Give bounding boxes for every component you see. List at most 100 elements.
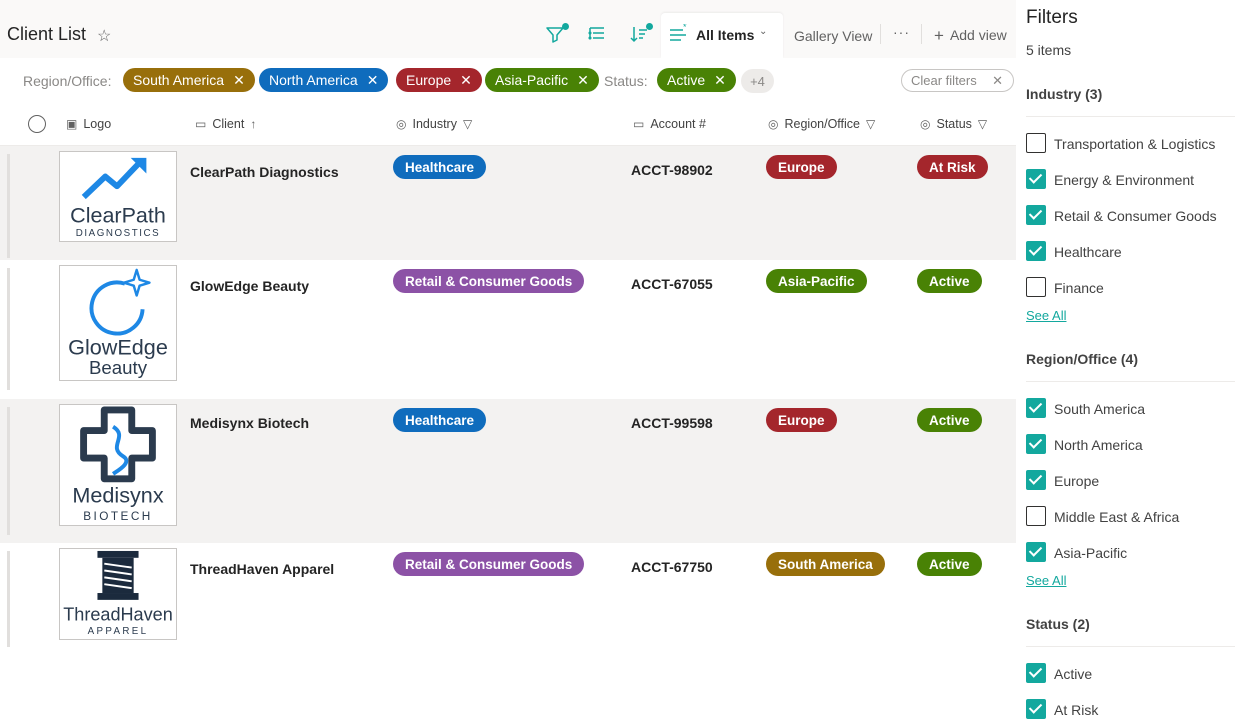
select-all-checkbox[interactable]: [28, 115, 46, 133]
add-view-button[interactable]: + Add view: [934, 26, 1007, 46]
close-icon[interactable]: ✕: [233, 72, 245, 89]
checkbox-europe[interactable]: [1026, 470, 1046, 490]
choice-icon: ◎: [920, 117, 931, 131]
filter-pill-south-america[interactable]: South America ✕: [123, 68, 255, 92]
svg-text:DIAGNOSTICS: DIAGNOSTICS: [76, 228, 161, 239]
pill-label: Europe: [406, 72, 452, 88]
region-tag: South America: [766, 552, 885, 576]
checkbox-at-risk[interactable]: [1026, 699, 1046, 719]
divider: [1026, 646, 1235, 647]
option-label[interactable]: Transportation & Logistics: [1054, 136, 1215, 152]
svg-text:APPAREL: APPAREL: [88, 626, 149, 637]
choice-icon: ◎: [396, 117, 407, 131]
chevron-down-icon[interactable]: ⌄: [759, 26, 767, 37]
status-tag: At Risk: [917, 155, 988, 179]
industry-tag: Retail & Consumer Goods: [393, 552, 585, 576]
column-header-account[interactable]: ▭ Account #: [633, 117, 706, 131]
option-label[interactable]: At Risk: [1054, 702, 1098, 718]
option-label[interactable]: South America: [1054, 401, 1145, 417]
checkbox-retail[interactable]: [1026, 205, 1046, 225]
column-header-region[interactable]: ◎ Region/Office ▽: [768, 117, 875, 131]
see-all-link[interactable]: See All: [1026, 573, 1066, 588]
status-filter-label: Status:: [604, 73, 648, 89]
filter-section-industry[interactable]: Industry (3): [1026, 86, 1102, 102]
pill-label: South America: [133, 72, 225, 88]
table-row[interactable]: ThreadHaven APPAREL ThreadHaven Apparel …: [0, 543, 1016, 653]
header-label: Logo: [83, 117, 112, 131]
filter-pill-north-america[interactable]: North America ✕: [259, 68, 389, 92]
more-filters-badge[interactable]: +4: [741, 69, 774, 93]
client-name[interactable]: GlowEdge Beauty: [190, 278, 309, 294]
filter-icon[interactable]: [543, 22, 569, 46]
filter-pill-asia-pacific[interactable]: Asia-Pacific ✕: [485, 68, 599, 92]
column-filter-icon: ▽: [977, 117, 988, 131]
client-name[interactable]: Medisynx Biotech: [190, 415, 309, 431]
text-icon: ▭: [633, 117, 645, 131]
checkbox-middle-east-africa[interactable]: [1026, 506, 1046, 526]
option-label[interactable]: Middle East & Africa: [1054, 509, 1179, 525]
sort-icon[interactable]: [627, 22, 653, 46]
option-label[interactable]: Asia-Pacific: [1054, 545, 1127, 561]
option-label[interactable]: Healthcare: [1054, 244, 1122, 260]
option-label[interactable]: Europe: [1054, 473, 1099, 489]
filter-pill-europe[interactable]: Europe ✕: [396, 68, 482, 92]
tab-gallery-view[interactable]: Gallery View: [794, 28, 872, 44]
close-icon[interactable]: ✕: [367, 72, 379, 89]
divider: [880, 24, 881, 44]
filters-pane: Filters 5 items Industry (3) Transportat…: [1016, 0, 1235, 727]
checkbox-finance[interactable]: [1026, 277, 1046, 297]
column-header-industry[interactable]: ◎ Industry ▽: [396, 117, 472, 131]
column-header-client[interactable]: ▭ Client ↑: [195, 117, 256, 131]
item-count: 5 items: [1026, 42, 1072, 58]
checkbox-transportation[interactable]: [1026, 133, 1046, 153]
table-row[interactable]: Medisynx BIOTECH Medisynx Biotech Health…: [0, 399, 1016, 543]
filter-pill-active[interactable]: Active ✕: [657, 68, 736, 92]
option-label[interactable]: North America: [1054, 437, 1143, 453]
region-tag: Europe: [766, 155, 837, 179]
column-header-status[interactable]: ◎ Status ▽: [920, 117, 987, 131]
table-row[interactable]: GlowEdge Beauty GlowEdge Beauty Retail &…: [0, 260, 1016, 399]
filter-section-region[interactable]: Region/Office (4): [1026, 351, 1138, 367]
checkbox-healthcare[interactable]: [1026, 241, 1046, 261]
clear-filters-button[interactable]: Clear filters ✕: [901, 69, 1014, 92]
checkbox-asia-pacific[interactable]: [1026, 542, 1046, 562]
column-header-logo[interactable]: ▣ Logo: [66, 117, 111, 131]
close-icon[interactable]: ✕: [714, 72, 726, 89]
status-tag: Active: [917, 269, 982, 293]
close-icon[interactable]: ✕: [460, 72, 472, 89]
header-label: Industry: [412, 117, 457, 131]
account-number: ACCT-99598: [631, 415, 713, 431]
pill-label: Active: [667, 72, 706, 88]
column-filter-icon: ▽: [462, 117, 473, 131]
tab-label: All Items: [696, 27, 755, 43]
svg-text:Beauty: Beauty: [89, 357, 148, 378]
option-label[interactable]: Active: [1054, 666, 1092, 682]
client-name[interactable]: ThreadHaven Apparel: [190, 561, 334, 577]
row-indicator: [7, 407, 10, 535]
more-icon[interactable]: ···: [893, 24, 910, 40]
svg-text:GlowEdge: GlowEdge: [68, 334, 168, 359]
sort-up-icon: ↑: [250, 117, 257, 131]
close-icon[interactable]: ✕: [577, 72, 589, 89]
table-row[interactable]: ClearPath DIAGNOSTICS ClearPath Diagnost…: [0, 146, 1016, 260]
option-label[interactable]: Finance: [1054, 280, 1104, 296]
star-icon[interactable]: ☆: [97, 26, 111, 46]
checkbox-north-america[interactable]: [1026, 434, 1046, 454]
checkbox-energy[interactable]: [1026, 169, 1046, 189]
filter-section-status[interactable]: Status (2): [1026, 616, 1090, 632]
group-icon[interactable]: [585, 22, 609, 46]
active-filters-bar: Region/Office: South America ✕ North Amer…: [0, 58, 1016, 102]
option-label[interactable]: Retail & Consumer Goods: [1054, 208, 1217, 224]
tab-all-items[interactable]: * All Items ⌄: [661, 13, 783, 58]
checkbox-south-america[interactable]: [1026, 398, 1046, 418]
view-list-icon: *: [669, 22, 689, 49]
client-logo: GlowEdge Beauty: [59, 265, 177, 381]
close-icon: ✕: [992, 73, 1003, 88]
client-name[interactable]: ClearPath Diagnostics: [190, 164, 339, 180]
region-tag: Asia-Pacific: [766, 269, 867, 293]
checkbox-active[interactable]: [1026, 663, 1046, 683]
option-label[interactable]: Energy & Environment: [1054, 172, 1194, 188]
svg-text:BIOTECH: BIOTECH: [83, 510, 153, 523]
status-tag: Active: [917, 408, 982, 432]
see-all-link[interactable]: See All: [1026, 308, 1066, 323]
